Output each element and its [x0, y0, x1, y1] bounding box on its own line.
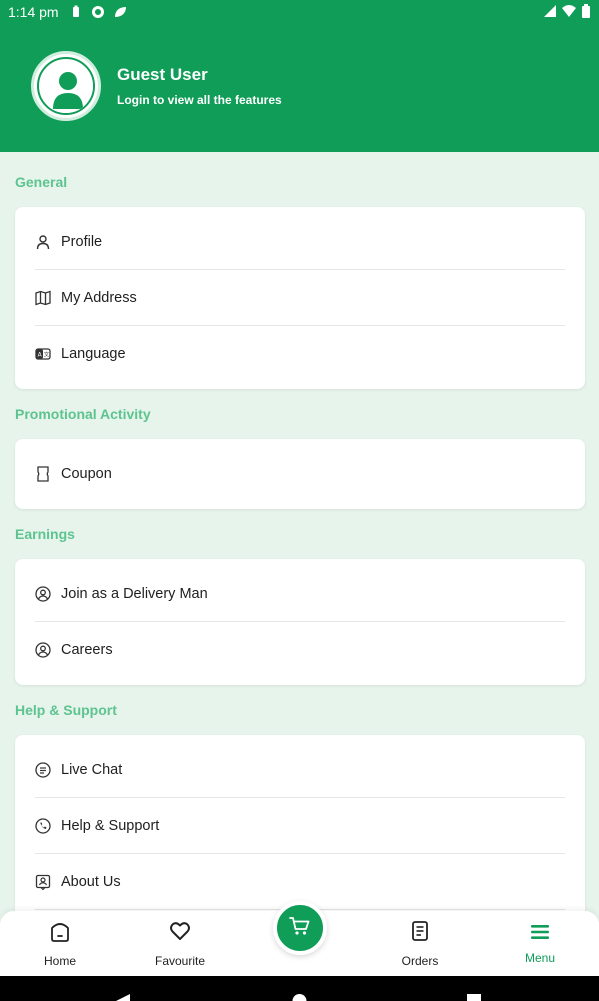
menu-item-language[interactable]: A文 Language	[15, 326, 585, 382]
section-title-general: General	[15, 174, 68, 190]
status-indicators	[543, 4, 591, 18]
nav-favourite[interactable]: Favourite	[140, 911, 220, 976]
menu-item-help-support[interactable]: Help & Support	[15, 798, 585, 854]
avatar[interactable]	[31, 51, 101, 121]
map-icon	[35, 290, 51, 306]
menu-item-live-chat[interactable]: Live Chat	[15, 742, 585, 798]
section-title-earnings: Earnings	[15, 526, 75, 542]
header: 1:14 pm Guest User Login to view all the…	[0, 0, 599, 152]
menu-item-label: Careers	[61, 642, 113, 658]
section-title-help: Help & Support	[15, 702, 117, 718]
system-nav-bar	[0, 976, 599, 1001]
menu-item-label: Profile	[61, 234, 103, 250]
user-circle-icon	[35, 642, 51, 658]
profile-block[interactable]: Guest User Login to view all the feature…	[31, 51, 282, 121]
app-icon	[91, 6, 104, 18]
menu-item-label: My Address	[61, 290, 137, 306]
coupon-icon	[35, 466, 51, 482]
status-time: 1:14 pm	[8, 4, 59, 20]
nav-home[interactable]: Home	[20, 911, 100, 976]
orders-icon	[408, 919, 432, 946]
menu-item-label: Live Chat	[61, 762, 123, 778]
person-icon	[35, 234, 51, 250]
card-promotional: Coupon	[15, 439, 585, 509]
nav-home-label: Home	[43, 954, 76, 968]
home-icon	[48, 919, 72, 946]
wifi-icon	[562, 5, 576, 17]
user-avatar-icon	[37, 57, 95, 115]
heart-icon	[168, 919, 192, 946]
svg-text:文: 文	[44, 351, 50, 359]
menu-item-coupon[interactable]: Coupon	[15, 446, 585, 502]
menu-item-delivery-man[interactable]: Join as a Delivery Man	[15, 566, 585, 622]
about-icon	[35, 874, 51, 890]
login-hint[interactable]: Login to view all the features	[117, 93, 282, 107]
menu-item-label: Help & Support	[61, 818, 160, 834]
chat-icon	[35, 762, 51, 778]
user-circle-icon	[35, 586, 51, 602]
user-name: Guest User	[117, 65, 208, 84]
menu-item-label: Join as a Delivery Man	[61, 586, 208, 602]
menu-item-profile[interactable]: Profile	[15, 214, 585, 270]
language-icon: A文	[35, 346, 51, 362]
menu-icon	[528, 922, 552, 945]
menu-item-label: Language	[61, 346, 126, 362]
nav-menu-label: Menu	[524, 951, 556, 965]
section-title-promotional: Promotional Activity	[15, 406, 151, 422]
card-earnings: Join as a Delivery Man Careers	[15, 559, 585, 685]
cart-button[interactable]	[273, 901, 327, 955]
menu-item-address[interactable]: My Address	[15, 270, 585, 326]
home-system-icon[interactable]	[292, 994, 307, 1001]
battery-icon	[582, 4, 590, 18]
nav-orders-label: Orders	[401, 954, 439, 968]
phone-icon	[35, 818, 51, 834]
card-general: Profile My Address A文 Language	[15, 207, 585, 389]
nav-orders[interactable]: Orders	[380, 911, 460, 976]
battery-saver-icon	[72, 5, 79, 17]
menu-item-careers[interactable]: Careers	[15, 622, 585, 678]
nav-favourite-label: Favourite	[154, 954, 206, 968]
signal-icon	[544, 5, 556, 17]
back-icon[interactable]	[116, 994, 130, 1001]
menu-item-label: Coupon	[61, 466, 112, 482]
recents-icon[interactable]	[467, 994, 481, 1001]
leaf-icon	[114, 7, 126, 17]
menu-item-label: About Us	[61, 874, 121, 890]
status-bar: 1:14 pm	[0, 0, 599, 24]
cart-icon	[288, 914, 312, 943]
nav-menu[interactable]: Menu	[500, 911, 580, 976]
